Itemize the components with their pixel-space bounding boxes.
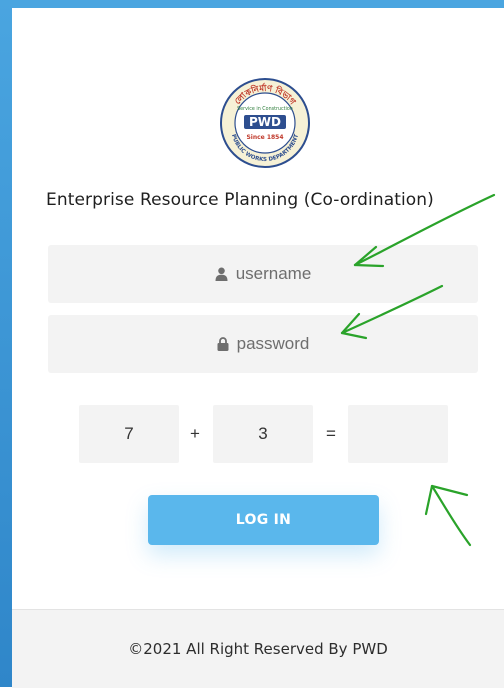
page-title: Enterprise Resource Planning (Co-ordinat… (46, 190, 434, 210)
footer-copyright: ©2021 All Right Reserved By PWD (128, 640, 388, 658)
window-frame-top (0, 0, 504, 8)
lock-icon (217, 337, 229, 351)
logo-motto: Service in Construction (237, 106, 293, 112)
logo-monogram: PWD (249, 115, 281, 129)
username-input[interactable]: username (48, 245, 478, 303)
captcha-operator: + (190, 424, 200, 443)
window-frame-left (0, 0, 12, 687)
captcha-answer-input[interactable] (348, 405, 448, 463)
pwd-logo: লোকনির্মাণ বিভাগ PUBLIC WORKS DEPARTMENT… (219, 77, 311, 169)
captcha-equals: = (326, 424, 336, 443)
password-input[interactable]: password (48, 315, 478, 373)
captcha-operand-b: 3 (213, 405, 313, 463)
user-icon (215, 267, 228, 281)
username-placeholder: username (235, 264, 312, 283)
captcha-operand-a: 7 (79, 405, 179, 463)
password-placeholder: password (236, 334, 310, 353)
login-button[interactable]: LOG IN (148, 495, 379, 545)
footer: ©2021 All Right Reserved By PWD (12, 609, 504, 688)
logo-since: Since 1854 (246, 134, 283, 141)
